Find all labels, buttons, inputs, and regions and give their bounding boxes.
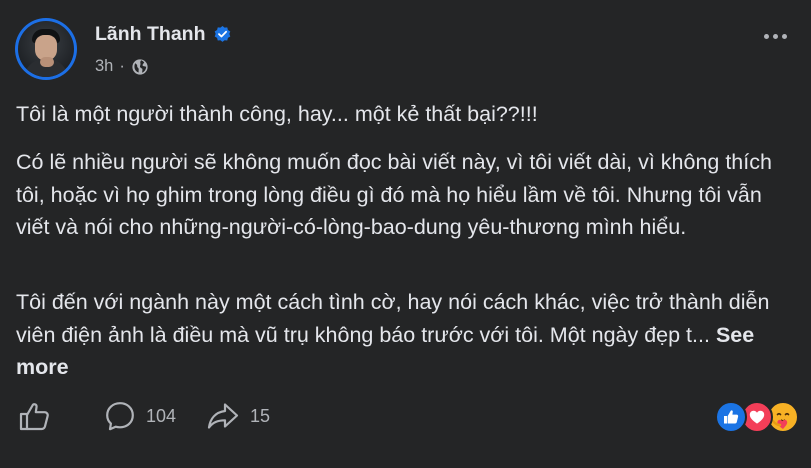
verified-badge-icon [213, 25, 232, 44]
dot-icon [773, 34, 778, 39]
action-bar: 104 15 [18, 400, 270, 432]
post-paragraph: Tôi là một người thành công, hay... một … [16, 102, 538, 126]
share-icon [206, 400, 240, 432]
globe-icon[interactable] [131, 58, 149, 76]
more-options-button[interactable] [764, 34, 787, 39]
post-paragraph-text: Tôi đến với ngành này một cách tình cờ, … [16, 290, 770, 347]
share-count: 15 [250, 405, 271, 426]
dot-icon [782, 34, 787, 39]
post-meta: 3h · [95, 57, 149, 76]
author-row: Lãnh Thanh [95, 23, 232, 46]
comment-icon [104, 400, 136, 432]
comment-button[interactable]: 104 [104, 400, 176, 432]
dot-icon [764, 34, 769, 39]
avatar-image [18, 21, 74, 77]
author-name[interactable]: Lãnh Thanh [95, 23, 206, 46]
like-reaction-icon [715, 401, 747, 433]
reaction-summary[interactable] [715, 401, 799, 433]
avatar[interactable] [15, 18, 77, 80]
comment-count: 104 [146, 405, 177, 426]
meta-separator: · [119, 57, 125, 75]
like-button[interactable] [18, 400, 52, 432]
post-timestamp[interactable]: 3h [95, 57, 113, 76]
share-button[interactable]: 15 [206, 400, 270, 432]
thumbs-up-icon [18, 400, 52, 432]
post-paragraph: Có lẽ nhiều người sẽ không muốn đọc bài … [16, 150, 772, 239]
post-paragraph-last: Tôi đến với ngành này một cách tình cờ, … [16, 286, 801, 384]
post-card: Lãnh Thanh 3h · Tôi là một người thành c… [0, 0, 811, 468]
